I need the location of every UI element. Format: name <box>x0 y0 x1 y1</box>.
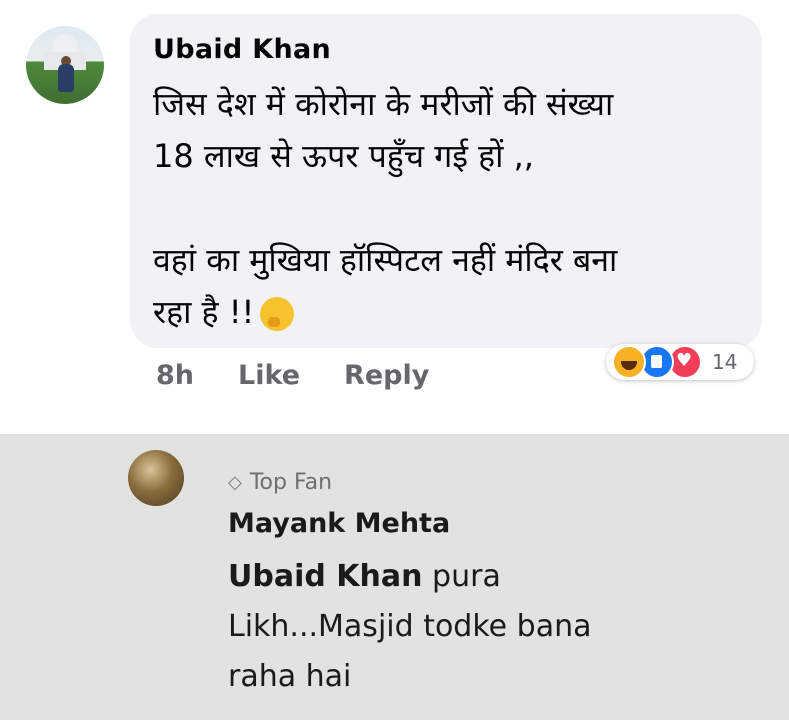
reply-button[interactable]: Reply <box>344 360 429 396</box>
reply-line-3: raha hai <box>228 659 352 694</box>
top-fan-label: Top Fan <box>249 470 333 495</box>
reply-line-1: Ubaid Khan pura <box>228 552 748 602</box>
original-comment: Ubaid Khan जिस देश में कोरोना के मरीजों … <box>0 0 789 430</box>
comment-line-1: जिस देश में कोरोना के मरीजों की संख्या <box>153 85 614 123</box>
reply-text: Ubaid Khan pura Likh...Masjid todke bana… <box>228 552 748 702</box>
comment-actions: 8h Like Reply <box>156 360 429 396</box>
comment-text: जिस देश में कोरोना के मरीजों की संख्या 1… <box>153 78 753 338</box>
diamond-icon: ◇ <box>228 472 242 493</box>
comment-time[interactable]: 8h <box>156 360 194 396</box>
comment-line-4-wrap: रहा है !! <box>153 286 753 338</box>
avatar[interactable] <box>26 26 104 104</box>
haha-reaction-icon <box>612 345 646 379</box>
mention-link[interactable]: Ubaid Khan <box>228 559 423 594</box>
comment-line-2: 18 लाख से ऊपर पहुँच गई हों ,, <box>153 137 534 175</box>
comment-author[interactable]: Ubaid Khan <box>153 34 331 65</box>
like-button[interactable]: Like <box>238 360 300 396</box>
thinking-face-icon <box>260 297 295 331</box>
reaction-count: 14 <box>712 350 738 374</box>
top-fan-badge: ◇ Top Fan <box>228 470 332 495</box>
reply-author[interactable]: Mayank Mehta <box>228 508 450 539</box>
person-body <box>58 64 74 92</box>
reactions-summary[interactable]: 14 <box>606 344 754 380</box>
reply-comment: ◇ Top Fan Mayank Mehta Ubaid Khan pura L… <box>0 434 789 720</box>
reply-line-2: Likh...Masjid todke bana <box>228 609 592 644</box>
reply-text-first: pura <box>432 559 501 594</box>
reply-avatar[interactable] <box>128 450 184 506</box>
comment-line-3: वहां का मुखिया हॉस्पिटल नहीं मंदिर बना <box>153 241 618 279</box>
comment-line-4: रहा है !! <box>153 293 255 331</box>
